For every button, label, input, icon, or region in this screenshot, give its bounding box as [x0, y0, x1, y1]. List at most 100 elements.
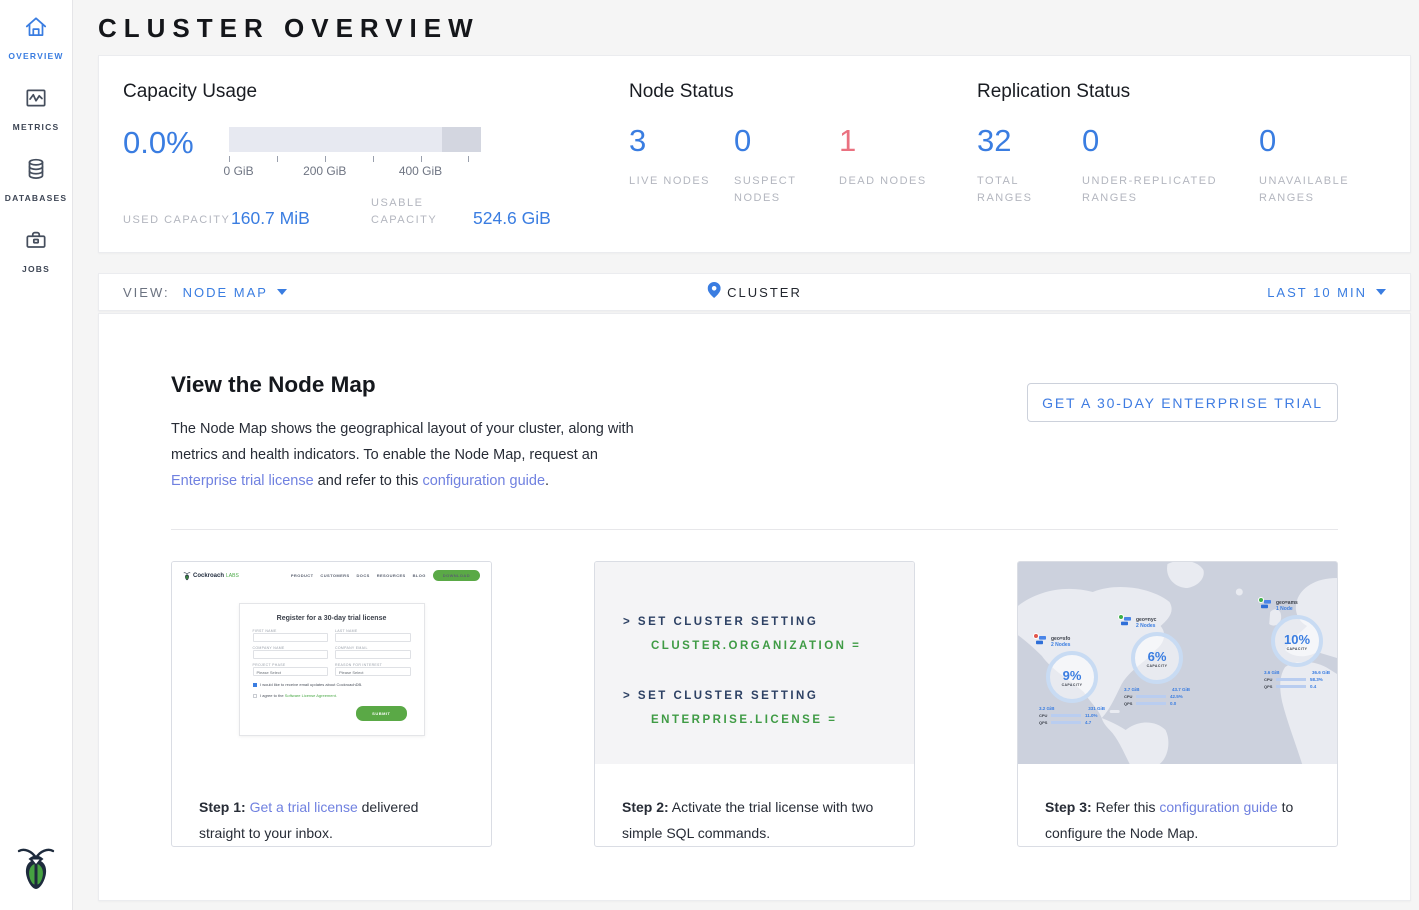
replication-status-section: Replication Status 32 TOTAL RANGES 0 UND…	[977, 56, 1410, 252]
node-map-intro-text: View the Node Map The Node Map shows the…	[171, 370, 639, 494]
enterprise-trial-button[interactable]: GET A 30-DAY ENTERPRISE TRIAL	[1027, 383, 1338, 422]
view-label: VIEW:	[123, 285, 170, 300]
total-gib: 36.6 GiB	[1312, 670, 1330, 675]
step1-label: Step 1:	[199, 799, 246, 815]
node-map-preview: geo=sfo2 Nodes 9% CAPACITY 3.2 GiB331 Gi…	[1018, 562, 1337, 764]
mini-checkbox-label: I would like to receive email updates ab…	[260, 682, 362, 687]
view-value: NODE MAP	[183, 285, 268, 300]
cockroachdb-logo	[15, 843, 57, 896]
axis-label: 0 GiB	[224, 164, 254, 178]
mini-license-link: Software License Agreement.	[285, 693, 337, 698]
mini-form-title: Register for a 30-day trial license	[253, 615, 411, 622]
usable-capacity-label: USABLE CAPACITY	[371, 195, 473, 229]
step2-card: > SET CLUSTER SETTING CLUSTER.ORGANIZATI…	[594, 561, 915, 847]
step1-caption: Step 1: Get a trial license delivered st…	[172, 764, 491, 846]
qps-label: QPS	[1124, 701, 1136, 706]
cpu-label: CPU	[1124, 694, 1136, 699]
capacity-percent: 0.0%	[123, 127, 229, 178]
axis-label: 200 GiB	[303, 164, 346, 178]
live-nodes-value: 3	[629, 125, 734, 156]
suspect-nodes-label: SUSPECT NODES	[734, 173, 826, 207]
qps-value: 0.4	[1310, 684, 1316, 689]
sidebar-item-label: JOBS	[22, 264, 50, 274]
cpu-bar	[1051, 714, 1081, 717]
configuration-guide-link[interactable]: configuration guide	[1159, 799, 1277, 815]
node-map-card: View the Node Map The Node Map shows the…	[98, 313, 1411, 901]
capacity-bar-chart: 0 GiB 200 GiB 400 GiB	[229, 127, 481, 178]
view-dropdown[interactable]: VIEW: NODE MAP	[123, 285, 287, 300]
qps-label: QPS	[1264, 684, 1276, 689]
mini-checkbox-unchecked	[253, 694, 258, 699]
total-gib: 43.7 GiB	[1172, 687, 1190, 692]
status-dot-green	[1118, 614, 1124, 620]
usable-capacity-value: 524.6 GiB	[473, 208, 551, 229]
description-text: The Node Map shows the geographical layo…	[171, 421, 634, 463]
home-icon	[23, 14, 49, 45]
enterprise-trial-license-link[interactable]: Enterprise trial license	[171, 473, 314, 489]
total-ranges-value: 32	[977, 125, 1082, 156]
description-text: and refer to this	[314, 473, 423, 489]
qps-value: 0.0	[1170, 701, 1176, 706]
mini-logo-text: Cockroach	[193, 573, 224, 579]
sql-command-line: > SET CLUSTER SETTING	[623, 610, 914, 634]
gauge-label: CAPACITY	[1287, 647, 1308, 651]
sidebar-item-databases[interactable]: DATABASES	[5, 156, 67, 203]
capacity-gauge: 10% CAPACITY	[1271, 615, 1323, 667]
used-capacity-value: 160.7 MiB	[231, 208, 371, 229]
get-trial-license-link[interactable]: Get a trial license	[250, 799, 358, 815]
cluster-node-count: 2 Nodes	[1051, 642, 1070, 648]
gauge-label: CAPACITY	[1062, 683, 1083, 687]
sidebar-item-label: OVERVIEW	[8, 51, 63, 61]
cockroach-labs-mini-logo: Cockroach LABS	[183, 571, 239, 581]
mini-checkbox-checked	[253, 683, 258, 688]
step3-label: Step 3:	[1045, 799, 1092, 815]
sidebar-item-overview[interactable]: OVERVIEW	[8, 14, 63, 61]
cpu-value: 42.5%	[1170, 694, 1183, 699]
time-range-dropdown[interactable]: LAST 10 MIN	[1267, 285, 1386, 300]
used-gib: 3.2 GiB	[1039, 706, 1055, 711]
capacity-gauge: 9% CAPACITY	[1046, 651, 1098, 703]
axis-label: 400 GiB	[399, 164, 442, 178]
dead-nodes-value: 1	[839, 125, 944, 156]
map-cluster-sfo: geo=sfo2 Nodes 9% CAPACITY 3.2 GiB331 Gi…	[1036, 636, 1126, 725]
mini-download-button: DOWNLOAD	[433, 570, 480, 581]
step1-card: Cockroach LABS PRODUCT CUSTOMERS DOCS RE…	[171, 561, 492, 847]
status-dot-green	[1258, 597, 1264, 603]
node-map-heading: View the Node Map	[171, 370, 639, 400]
mini-checkbox-label: I agree to the Software License Agreemen…	[260, 693, 337, 698]
sidebar-item-metrics[interactable]: METRICS	[13, 85, 60, 132]
capacity-axis-ticks	[229, 156, 468, 162]
mini-nav-item: BLOG	[413, 573, 426, 578]
live-nodes-label: LIVE NODES	[629, 173, 721, 190]
cluster-node-count: 2 Nodes	[1136, 623, 1155, 629]
briefcase-icon	[23, 227, 49, 258]
under-replicated-label: UNDER-REPLICATED RANGES	[1082, 173, 1242, 207]
sidebar-item-jobs[interactable]: JOBS	[22, 227, 50, 274]
section-divider	[171, 529, 1338, 530]
mini-registration-form: Register for a 30-day trial license FIRS…	[239, 603, 425, 736]
under-replicated-value: 0	[1082, 125, 1259, 156]
page-title: CLUSTER OVERVIEW	[98, 12, 1411, 44]
mini-nav-item: PRODUCT	[291, 573, 314, 578]
node-status-section: Node Status 3 LIVE NODES 0 SUSPECT NODES…	[629, 56, 977, 252]
cluster-label: CLUSTER	[727, 285, 802, 300]
dead-nodes-label: DEAD NODES	[839, 173, 931, 190]
sql-command-line: > SET CLUSTER SETTING	[623, 684, 914, 708]
unavailable-ranges-stat: 0 UNAVAILABLE RANGES	[1259, 125, 1364, 207]
cluster-node-count: 1 Node	[1276, 606, 1293, 612]
total-gib: 331 GiB	[1088, 706, 1105, 711]
capacity-usage-title: Capacity Usage	[123, 81, 629, 103]
cluster-locality: geo=nyc2 Nodes	[1136, 617, 1156, 629]
capacity-usage-section: Capacity Usage 0.0% 0 GiB 200 Gi	[99, 56, 629, 252]
gauge-percent: 9%	[1063, 668, 1082, 683]
sql-commands-preview: > SET CLUSTER SETTING CLUSTER.ORGANIZATI…	[595, 562, 914, 764]
unavailable-ranges-label: UNAVAILABLE RANGES	[1259, 173, 1351, 207]
step3-text: Refer this	[1092, 799, 1160, 815]
node-status-title: Node Status	[629, 81, 977, 103]
mini-input	[335, 633, 411, 642]
step3-card: geo=sfo2 Nodes 9% CAPACITY 3.2 GiB331 Gi…	[1017, 561, 1338, 847]
replication-status-title: Replication Status	[977, 81, 1410, 103]
gauge-label: CAPACITY	[1147, 664, 1168, 668]
configuration-guide-link[interactable]: configuration guide	[422, 473, 545, 489]
qps-bar	[1136, 702, 1166, 705]
